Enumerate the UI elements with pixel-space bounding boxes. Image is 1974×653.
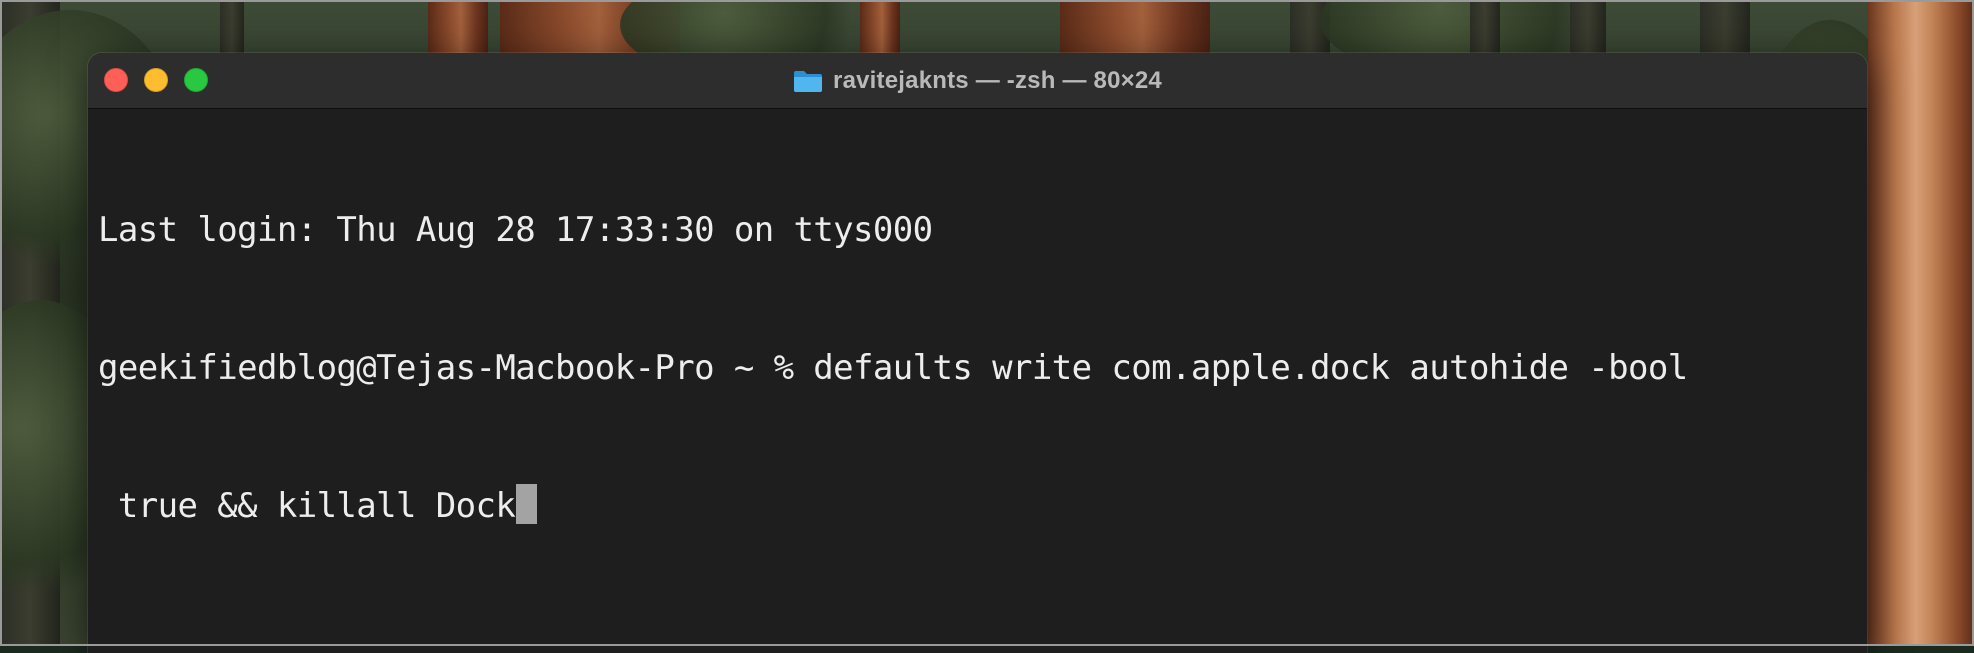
terminal-output[interactable]: Last login: Thu Aug 28 17:33:30 on ttys0… — [88, 109, 1867, 653]
window-title: ravitejaknts — -zsh — 80×24 — [833, 66, 1162, 94]
window-title-group: ravitejaknts — -zsh — 80×24 — [88, 53, 1867, 108]
folder-icon — [793, 69, 823, 93]
wallpaper-trunk — [1868, 0, 1974, 646]
title-bar[interactable]: ravitejaknts — -zsh — 80×24 — [88, 53, 1867, 109]
terminal-line: Last login: Thu Aug 28 17:33:30 on ttys0… — [98, 210, 933, 250]
terminal-window: ravitejaknts — -zsh — 80×24 Last login: … — [88, 53, 1867, 653]
text-cursor — [516, 484, 538, 524]
terminal-line: geekifiedblog@Tejas-Macbook-Pro ~ % defa… — [98, 348, 1688, 388]
terminal-input-text: true && killall Dock — [98, 486, 516, 526]
terminal-line-current: true && killall Dock — [98, 483, 1859, 529]
